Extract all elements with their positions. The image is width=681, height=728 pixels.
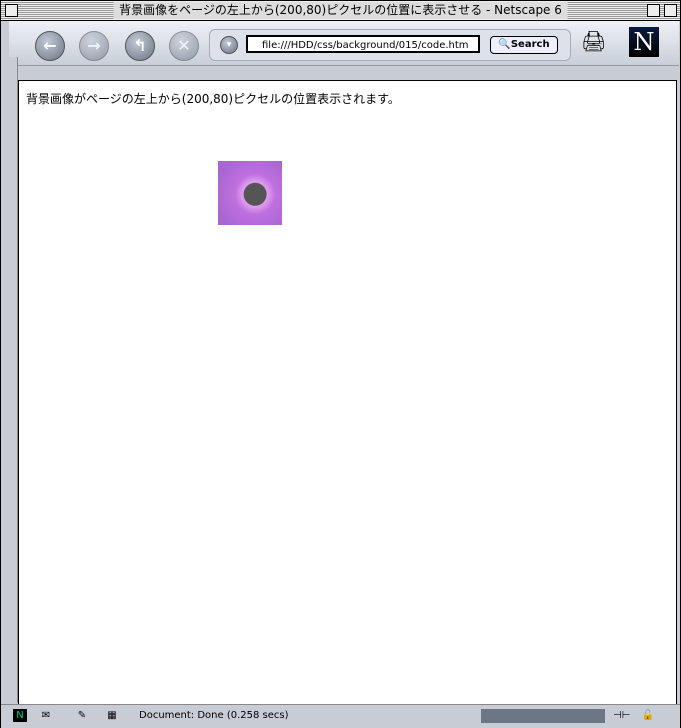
status-text: Document: Done (0.258 secs) [139,710,289,721]
zoom-box[interactable] [647,4,660,17]
online-plug-icon[interactable]: ⊣⊢ [613,709,630,722]
title-bar[interactable]: 背景画像をページの左上から(200,80)ピクセルの位置に表示させる - Net… [1,1,680,21]
print-icon[interactable]: 🖨 [581,29,606,53]
close-box[interactable] [5,4,18,17]
url-input[interactable]: file:///HDD/css/background/015/code.htm [246,35,480,53]
reload-button[interactable]: ↰ [125,31,155,61]
sidebar-handle[interactable] [1,57,18,703]
netscape-icon[interactable]: N [13,709,27,722]
search-label: Search [510,39,550,50]
composer-icon[interactable]: ✎ [75,709,89,722]
body-text: 背景画像がページの左上から(200,80)ピクセルの位置表示されます。 [26,92,400,106]
netscape-logo[interactable]: N [629,27,659,57]
forward-button[interactable]: → [79,31,109,61]
background-image-mandelbrot [218,161,282,225]
url-bar: ▾ file:///HDD/css/background/015/code.ht… [209,29,571,61]
status-bar: N ✉ ✎ ▦ Document: Done (0.258 secs) ⊣⊢ 🔓 [1,704,680,728]
page-content: 背景画像がページの左上から(200,80)ピクセルの位置表示されます。 [18,80,677,706]
history-dropdown-icon[interactable]: ▾ [220,36,238,54]
window-title: 背景画像をページの左上から(200,80)ピクセルの位置に表示させる - Net… [113,2,568,19]
navigation-toolbar: ← → ↰ ✕ ▾ file:///HDD/css/background/015… [9,21,679,66]
mail-icon[interactable]: ✉ [39,709,53,722]
security-lock-icon[interactable]: 🔓 [641,709,655,722]
stop-button[interactable]: ✕ [169,31,199,61]
back-button[interactable]: ← [35,31,65,61]
browser-window: 背景画像をページの左上から(200,80)ピクセルの位置に表示させる - Net… [0,0,681,728]
address-book-icon[interactable]: ▦ [105,709,119,722]
collapse-box[interactable] [664,4,677,17]
search-button[interactable]: 🔍Search [490,36,558,54]
progress-bar [481,709,605,723]
